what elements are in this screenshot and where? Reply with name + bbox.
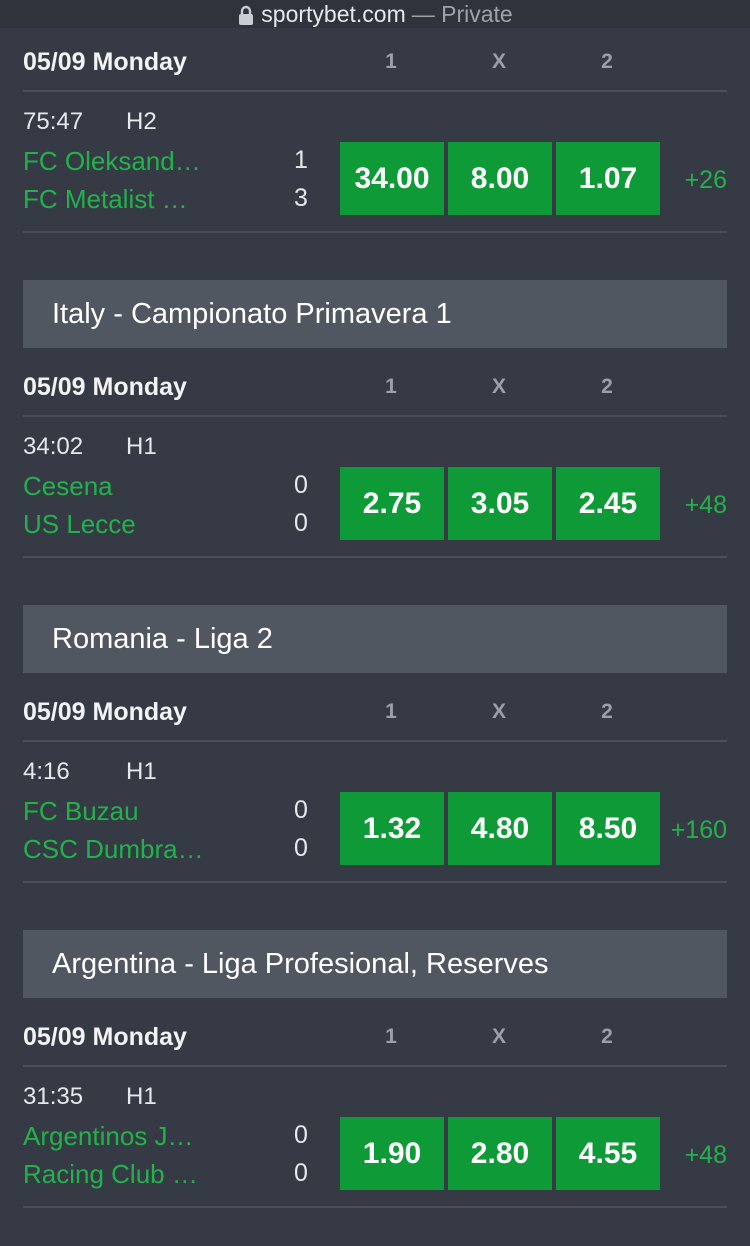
date-row: 05/09 Monday 1 X 2 bbox=[23, 1012, 727, 1062]
league-header[interactable]: Italy - Campionato Primavera 1 bbox=[23, 280, 727, 348]
divider bbox=[23, 556, 727, 558]
odds-draw-button[interactable]: 2.80 bbox=[448, 1117, 552, 1190]
column-home-label: 1 bbox=[385, 375, 397, 398]
home-team[interactable]: Argentinos J… bbox=[23, 1121, 194, 1152]
league-header[interactable]: Romania - Liga 2 bbox=[23, 605, 727, 673]
column-away-label: 2 bbox=[601, 375, 613, 398]
home-score: 0 bbox=[294, 796, 308, 824]
home-team[interactable]: FC Buzau bbox=[23, 796, 139, 827]
column-home-label: 1 bbox=[385, 1025, 397, 1048]
divider bbox=[23, 231, 727, 233]
more-markets-link[interactable]: +48 bbox=[663, 1141, 727, 1170]
column-away-label: 2 bbox=[601, 1025, 613, 1048]
match-row[interactable]: 34:02 H1 Cesena US Lecce 0 0 2.75 3.05 2… bbox=[23, 433, 727, 553]
match-clock: 31:35 bbox=[23, 1083, 84, 1110]
divider bbox=[23, 415, 727, 417]
url-host: sportybet.com bbox=[261, 0, 406, 27]
column-draw-label: X bbox=[491, 50, 506, 73]
odds-home-button[interactable]: 2.75 bbox=[340, 467, 444, 540]
odds-draw-button[interactable]: 3.05 bbox=[448, 467, 552, 540]
more-markets-link[interactable]: +160 bbox=[661, 816, 727, 845]
match-date: 05/09 Monday bbox=[23, 698, 187, 726]
odds-home-button[interactable]: 34.00 bbox=[340, 142, 444, 215]
browser-url-bar[interactable]: sportybet.com — Private bbox=[0, 0, 750, 28]
divider bbox=[23, 1206, 727, 1208]
column-draw-label: X bbox=[491, 700, 506, 723]
more-markets-link[interactable]: +26 bbox=[663, 166, 727, 195]
match-clock: 34:02 bbox=[23, 433, 84, 460]
match-row[interactable]: 31:35 H1 Argentinos J… Racing Club … 0 0… bbox=[23, 1083, 727, 1203]
match-half: H1 bbox=[126, 758, 157, 785]
odds-home-button[interactable]: 1.90 bbox=[340, 1117, 444, 1190]
column-draw-label: X bbox=[491, 1025, 506, 1048]
odds-draw-button[interactable]: 4.80 bbox=[448, 792, 552, 865]
match-row[interactable]: 75:47 H2 FC Oleksand… FC Metalist … 1 3 … bbox=[23, 108, 727, 228]
private-mode-label: — Private bbox=[411, 0, 513, 27]
column-home-label: 1 bbox=[385, 700, 397, 723]
column-draw-label: X bbox=[491, 375, 506, 398]
away-score: 0 bbox=[294, 509, 308, 537]
away-score: 3 bbox=[294, 184, 308, 212]
odds-away-button[interactable]: 8.50 bbox=[556, 792, 660, 865]
match-date: 05/09 Monday bbox=[23, 48, 187, 76]
divider bbox=[23, 90, 727, 92]
column-away-label: 2 bbox=[601, 50, 613, 73]
column-away-label: 2 bbox=[601, 700, 613, 723]
home-score: 0 bbox=[294, 471, 308, 499]
match-clock: 75:47 bbox=[23, 108, 84, 135]
match-date: 05/09 Monday bbox=[23, 1023, 187, 1051]
match-half: H1 bbox=[126, 433, 157, 460]
odds-away-button[interactable]: 1.07 bbox=[556, 142, 660, 215]
match-clock: 4:16 bbox=[23, 758, 70, 785]
home-score: 1 bbox=[294, 146, 308, 174]
away-score: 0 bbox=[294, 834, 308, 862]
match-half: H1 bbox=[126, 1083, 157, 1110]
divider bbox=[23, 1065, 727, 1067]
odds-home-button[interactable]: 1.32 bbox=[340, 792, 444, 865]
home-team[interactable]: FC Oleksand… bbox=[23, 146, 201, 177]
divider bbox=[23, 881, 727, 883]
away-score: 0 bbox=[294, 1159, 308, 1187]
match-half: H2 bbox=[126, 108, 157, 135]
divider bbox=[23, 740, 727, 742]
date-row: 05/09 Monday 1 X 2 bbox=[23, 37, 727, 87]
odds-away-button[interactable]: 2.45 bbox=[556, 467, 660, 540]
home-score: 0 bbox=[294, 1121, 308, 1149]
league-header[interactable]: Argentina - Liga Profesional, Reserves bbox=[23, 930, 727, 998]
date-row: 05/09 Monday 1 X 2 bbox=[23, 362, 727, 412]
home-team[interactable]: Cesena bbox=[23, 471, 113, 502]
away-team[interactable]: FC Metalist … bbox=[23, 184, 188, 215]
away-team[interactable]: CSC Dumbra… bbox=[23, 834, 204, 865]
lock-icon bbox=[237, 4, 255, 25]
date-row: 05/09 Monday 1 X 2 bbox=[23, 687, 727, 737]
away-team[interactable]: Racing Club … bbox=[23, 1159, 198, 1190]
match-date: 05/09 Monday bbox=[23, 373, 187, 401]
match-row[interactable]: 4:16 H1 FC Buzau CSC Dumbra… 0 0 1.32 4.… bbox=[23, 758, 727, 878]
column-home-label: 1 bbox=[385, 50, 397, 73]
away-team[interactable]: US Lecce bbox=[23, 509, 136, 540]
odds-away-button[interactable]: 4.55 bbox=[556, 1117, 660, 1190]
more-markets-link[interactable]: +48 bbox=[663, 491, 727, 520]
odds-draw-button[interactable]: 8.00 bbox=[448, 142, 552, 215]
